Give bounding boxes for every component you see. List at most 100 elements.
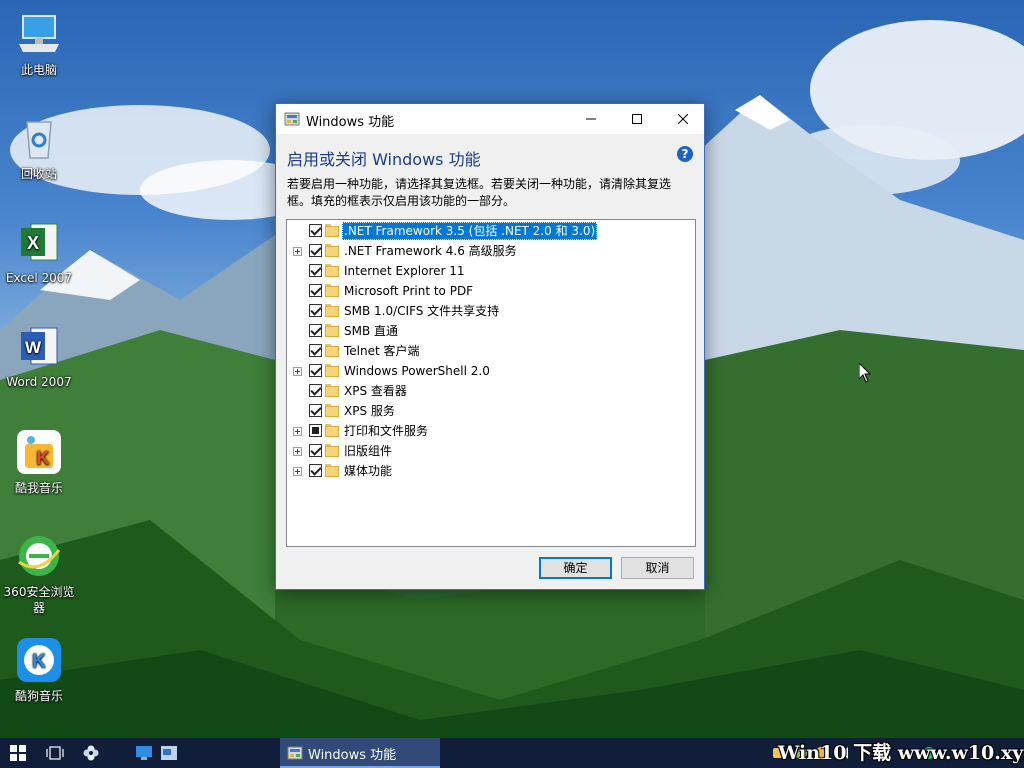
taskbar: Windows 功能 Win10 下载 www.w10.xyz xyxy=(0,738,1024,768)
recycle-bin-icon xyxy=(15,114,63,162)
folder-icon xyxy=(325,304,339,317)
feature-checkbox[interactable] xyxy=(309,364,322,377)
folder-icon xyxy=(325,404,339,417)
pinwheel-icon xyxy=(83,745,99,761)
feature-row[interactable]: 媒体功能 xyxy=(287,461,693,481)
feature-checkbox[interactable] xyxy=(309,464,322,477)
mouse-cursor-icon xyxy=(859,363,871,383)
expand-plus-icon[interactable] xyxy=(293,427,302,436)
window-title: Windows 功能 xyxy=(306,115,395,130)
feature-row[interactable]: Internet Explorer 11 xyxy=(287,261,693,281)
svg-text:K: K xyxy=(37,448,50,468)
feature-label: Internet Explorer 11 xyxy=(344,264,465,278)
folder-icon xyxy=(325,244,339,257)
feature-label: XPS 查看器 xyxy=(344,384,407,398)
features-tree[interactable]: .NET Framework 3.5 (包括 .NET 2.0 和 3.0) .N… xyxy=(286,219,696,547)
360-browser-icon xyxy=(15,532,63,580)
feature-checkbox[interactable] xyxy=(309,304,322,317)
feature-checkbox[interactable] xyxy=(309,324,322,337)
feature-checkbox[interactable] xyxy=(309,224,322,237)
expand-plus-icon[interactable] xyxy=(293,447,302,456)
feature-row[interactable]: XPS 服务 xyxy=(287,401,693,421)
feature-row[interactable]: .NET Framework 3.5 (包括 .NET 2.0 和 3.0) xyxy=(287,221,693,241)
maximize-icon xyxy=(632,114,642,124)
desktop-quicklaunch-icon xyxy=(136,746,152,760)
feature-row[interactable]: .NET Framework 4.6 高级服务 xyxy=(287,241,693,261)
feature-label: 旧版组件 xyxy=(344,444,393,458)
feature-label: Telnet 客户端 xyxy=(344,344,420,358)
feature-label: Microsoft Print to PDF xyxy=(344,284,474,298)
kuwo-music-icon: K xyxy=(15,428,63,476)
folder-icon xyxy=(325,444,339,457)
dialog-description: 若要启用一种功能，请选择其复选框。若要关闭一种功能，请清除其复选框。填充的框表示… xyxy=(287,177,672,208)
feature-label: SMB 1.0/CIFS 文件共享支持 xyxy=(344,304,500,318)
desktop-icon-kugou-music[interactable]: K 酷狗音乐 xyxy=(0,636,78,704)
feature-label: Windows PowerShell 2.0 xyxy=(344,364,490,378)
expand-plus-icon[interactable] xyxy=(293,247,302,256)
window-switch-quick-button[interactable] xyxy=(158,738,180,768)
cancel-button[interactable]: 取消 xyxy=(621,557,694,579)
feature-checkbox[interactable] xyxy=(309,424,322,437)
windows-features-icon xyxy=(287,746,303,760)
minimize-icon xyxy=(586,118,596,120)
ok-button[interactable]: 确定 xyxy=(539,557,612,579)
feature-checkbox[interactable] xyxy=(309,404,322,417)
feature-checkbox[interactable] xyxy=(309,444,322,457)
dialog-heading: 启用或关闭 Windows 功能 xyxy=(287,150,481,169)
feature-row[interactable]: SMB 1.0/CIFS 文件共享支持 xyxy=(287,301,693,321)
windows-features-icon xyxy=(284,112,300,126)
watermark-text: Win10 下载 www.w10.xyz xyxy=(778,742,1024,764)
feature-checkbox[interactable] xyxy=(309,384,322,397)
computer-icon xyxy=(15,10,63,58)
folder-icon xyxy=(325,224,339,237)
svg-text:W: W xyxy=(25,338,42,357)
feature-label: .NET Framework 4.6 高级服务 xyxy=(344,244,517,258)
feature-row[interactable]: 打印和文件服务 xyxy=(287,421,693,441)
folder-icon xyxy=(325,344,339,357)
pinned-app-button[interactable] xyxy=(74,738,108,768)
desktop-icon-kuwo-music[interactable]: K 酷我音乐 xyxy=(0,428,78,496)
feature-label: 媒体功能 xyxy=(344,464,393,478)
kugou-music-icon: K xyxy=(15,636,63,684)
close-button[interactable] xyxy=(660,104,706,134)
folder-icon xyxy=(325,264,339,277)
folder-icon xyxy=(325,284,339,297)
start-button[interactable] xyxy=(0,738,36,768)
feature-row[interactable]: Microsoft Print to PDF xyxy=(287,281,693,301)
taskbar-item-windows-features[interactable]: Windows 功能 xyxy=(280,738,440,768)
windows-logo-icon xyxy=(10,745,26,761)
feature-checkbox[interactable] xyxy=(309,344,322,357)
feature-checkbox[interactable] xyxy=(309,284,322,297)
feature-row[interactable]: SMB 直通 xyxy=(287,321,693,341)
task-view-icon xyxy=(46,746,64,760)
expand-plus-icon[interactable] xyxy=(293,367,302,376)
help-icon[interactable]: ? xyxy=(677,146,693,162)
folder-icon xyxy=(325,464,339,477)
folder-icon xyxy=(325,364,339,377)
feature-checkbox[interactable] xyxy=(309,244,322,257)
feature-label: 打印和文件服务 xyxy=(344,424,429,438)
taskbar-item-label: Windows 功能 xyxy=(308,748,397,763)
feature-checkbox[interactable] xyxy=(309,264,322,277)
svg-text:K: K xyxy=(32,651,46,672)
title-bar[interactable]: Windows 功能 xyxy=(276,104,704,134)
maximize-button[interactable] xyxy=(614,104,660,134)
folder-icon xyxy=(325,424,339,437)
desktop-icon-360-browser[interactable]: 360安全浏览器 xyxy=(0,532,78,616)
feature-label: XPS 服务 xyxy=(344,404,395,418)
close-icon xyxy=(678,114,688,124)
expand-plus-icon[interactable] xyxy=(293,467,302,476)
desktop-icon-word[interactable]: W Word 2007 xyxy=(0,322,78,390)
feature-row[interactable]: XPS 查看器 xyxy=(287,381,693,401)
desktop-icon-excel[interactable]: X Excel 2007 xyxy=(0,218,78,286)
feature-row[interactable]: Telnet 客户端 xyxy=(287,341,693,361)
minimize-button[interactable] xyxy=(568,104,614,134)
task-view-button[interactable] xyxy=(38,738,72,768)
feature-row[interactable]: 旧版组件 xyxy=(287,441,693,461)
feature-label: .NET Framework 3.5 (包括 .NET 2.0 和 3.0) xyxy=(342,222,598,240)
excel-icon: X xyxy=(15,218,63,266)
feature-row[interactable]: Windows PowerShell 2.0 xyxy=(287,361,693,381)
desktop-icon-this-pc[interactable]: 此电脑 xyxy=(0,10,78,78)
show-desktop-quick-button[interactable] xyxy=(132,738,156,768)
desktop-icon-recycle-bin[interactable]: 回收站 xyxy=(0,114,78,182)
